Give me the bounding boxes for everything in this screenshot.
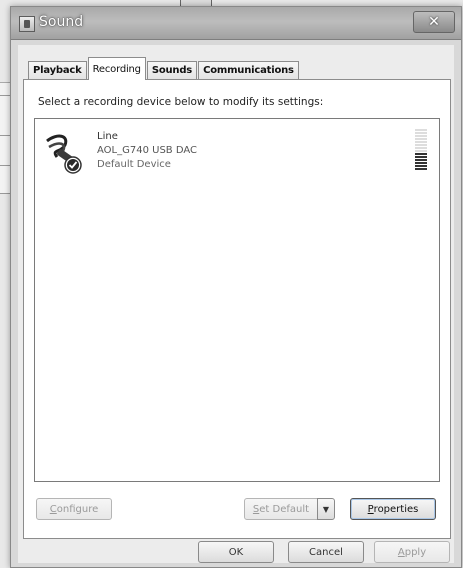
properties-label: roperties (373, 503, 419, 515)
set-default-button[interactable]: Set Default (244, 498, 318, 520)
close-button[interactable]: ✕ (413, 11, 455, 33)
tab-recording[interactable]: Recording (87, 57, 146, 80)
close-icon: ✕ (428, 14, 440, 30)
tab-strip: Playback Recording Sounds Communications (28, 57, 300, 80)
level-meter-bar (415, 144, 427, 146)
apply-button[interactable]: Apply (374, 541, 450, 563)
tab-communications[interactable]: Communications (198, 61, 299, 79)
level-meter-bar (415, 129, 427, 131)
recording-panel: Select a recording device below to modif… (23, 79, 451, 539)
set-default-label: et Default (259, 503, 310, 515)
configure-mnemonic: C (49, 503, 57, 515)
ok-button[interactable]: OK (198, 541, 274, 563)
recording-device-list[interactable]: Line AOL_G740 USB DAC Default Device (34, 118, 440, 482)
apply-label: pply (404, 546, 427, 558)
chevron-down-icon: ▼ (322, 504, 330, 514)
window-title: Sound (39, 14, 84, 30)
instruction-text: Select a recording device below to modif… (38, 96, 324, 108)
level-meter-bar (415, 159, 427, 161)
level-meter-bar (415, 162, 427, 164)
level-meter-bar (415, 138, 427, 140)
configure-label: onfigure (56, 503, 99, 515)
configure-button[interactable]: Configure (36, 498, 112, 520)
ok-label: OK (228, 546, 244, 558)
sound-dialog: Sound ✕ Playback Recording Sounds Commun… (10, 6, 462, 568)
level-meter-bar (415, 168, 427, 170)
cancel-label: Cancel (309, 546, 343, 558)
level-meter-bar (415, 153, 427, 155)
level-meter-bar (415, 135, 427, 137)
level-meter-bar (415, 132, 427, 134)
level-meter-bar (415, 141, 427, 143)
level-meter-bar (415, 147, 427, 149)
title-bar[interactable]: Sound ✕ (11, 7, 461, 40)
cancel-button[interactable]: Cancel (288, 541, 364, 563)
level-meter-bar (415, 156, 427, 158)
audio-cable-icon (43, 131, 87, 175)
list-item[interactable]: Line AOL_G740 USB DAC Default Device (43, 129, 431, 179)
set-default-dropdown[interactable]: ▼ (317, 498, 335, 520)
level-meter (415, 129, 427, 171)
properties-button[interactable]: Properties (350, 498, 436, 520)
apply-mnemonic: A (397, 546, 405, 558)
tab-sounds[interactable]: Sounds (146, 61, 198, 79)
level-meter-bar (415, 150, 427, 152)
dialog-client-area: Playback Recording Sounds Communications… (18, 45, 454, 563)
level-meter-bar (415, 165, 427, 167)
tab-playback[interactable]: Playback (28, 61, 87, 79)
device-status: Default Device (97, 159, 171, 170)
speaker-icon (19, 16, 35, 32)
device-description: AOL_G740 USB DAC (97, 145, 197, 156)
device-name: Line (97, 131, 118, 142)
